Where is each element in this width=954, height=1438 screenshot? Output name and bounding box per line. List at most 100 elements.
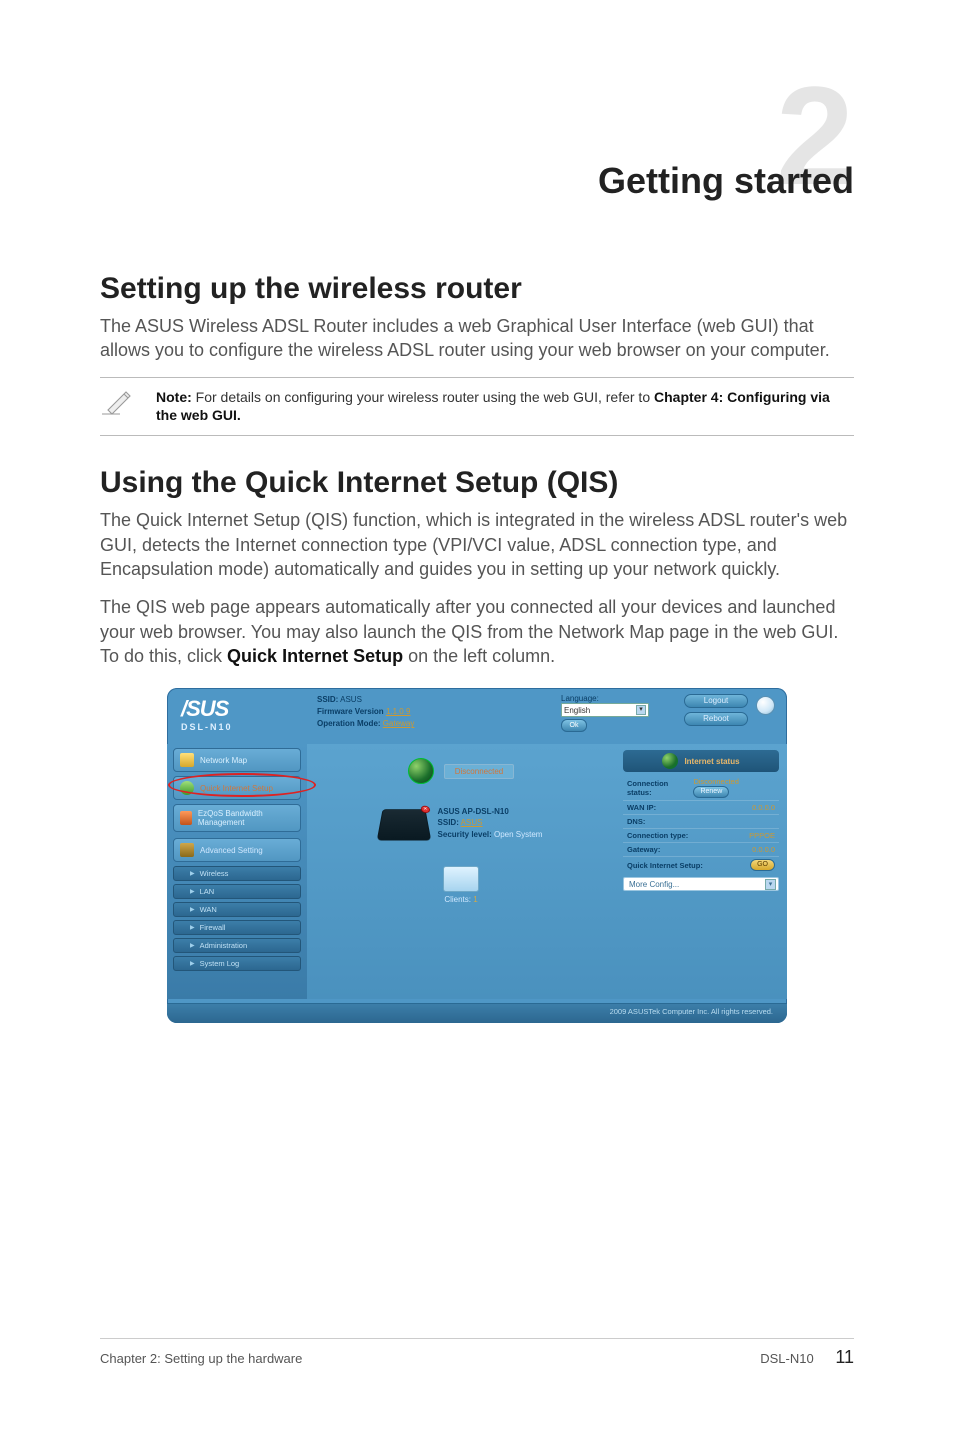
status-row-qis: Quick Internet Setup: GO	[623, 857, 779, 873]
sidebar-item-advanced[interactable]: Advanced Setting	[173, 838, 301, 862]
go-button[interactable]: GO	[750, 859, 775, 871]
section-heading-setup: Setting up the wireless router	[100, 272, 854, 306]
section2-body2-bold: Quick Internet Setup	[227, 646, 403, 666]
reboot-button[interactable]: Reboot	[684, 712, 748, 726]
gui-header-info: SSID: ASUS Firmware Version 1.1.0.9 Oper…	[307, 688, 557, 744]
pencil-icon	[100, 388, 134, 418]
status-panel: Internet status Connection status: Disco…	[615, 744, 787, 999]
chevron-down-icon: ▾	[636, 705, 646, 715]
network-map-icon	[180, 753, 194, 767]
ssid-label: SSID:	[317, 695, 338, 704]
gateway-label: Gateway:	[627, 845, 660, 854]
status-row-conntype: Connection type: PPPOE	[623, 829, 779, 843]
gateway-value: 0.0.0.0	[752, 845, 775, 854]
conntype-value: PPPOE	[749, 831, 775, 840]
clients-label: Clients: 1	[443, 895, 479, 904]
note-label: Note:	[156, 389, 192, 405]
dns-label: DNS:	[627, 817, 645, 826]
note-text: Note: For details on configuring your wi…	[156, 388, 854, 426]
sidebar-label-systemlog: System Log	[200, 959, 240, 968]
globe-icon[interactable]	[408, 758, 434, 784]
sidebar-label-qis: Quick Internet Setup	[200, 784, 273, 793]
section2-body2b: on the left column.	[403, 646, 555, 666]
ssid-value: ASUS	[340, 695, 362, 704]
page-number: 11	[835, 1347, 854, 1367]
logout-button[interactable]: Logout	[684, 694, 748, 708]
note-block: Note: For details on configuring your wi…	[100, 377, 854, 437]
sidebar-sub-lan[interactable]: ▶ LAN	[173, 884, 301, 899]
router-info: ASUS AP-DSL-N10 SSID: ASUS Security leve…	[438, 806, 543, 840]
sidebar-label-lan: LAN	[200, 887, 215, 896]
status-row-wanip: WAN IP: 0.0.0.0	[623, 801, 779, 815]
more-config-select[interactable]: More Config... ▾	[623, 877, 779, 891]
gui-footer-copyright: 2009 ASUSTek Computer Inc. All rights re…	[167, 1003, 787, 1023]
sidebar-sub-firewall[interactable]: ▶ Firewall	[173, 920, 301, 935]
router-icon[interactable]: ✕	[376, 809, 431, 840]
router-ssid-link[interactable]: ASUS	[461, 818, 483, 827]
sidebar-item-network-map[interactable]: Network Map	[173, 748, 301, 772]
triangle-icon: ▶	[190, 888, 195, 895]
sidebar-item-qis[interactable]: Quick Internet Setup	[173, 776, 301, 800]
section2-body2: The QIS web page appears automatically a…	[100, 595, 854, 668]
sidebar-sub-administration[interactable]: ▶Administration	[173, 938, 301, 953]
sidebar-label-firewall: Firewall	[200, 923, 226, 932]
help-icon[interactable]	[756, 696, 775, 715]
status-panel-title: Internet status	[684, 757, 739, 766]
triangle-icon: ▶	[190, 960, 195, 967]
section1-body: The ASUS Wireless ADSL Router includes a…	[100, 314, 854, 363]
wanip-label: WAN IP:	[627, 803, 656, 812]
qis-label: Quick Internet Setup:	[627, 861, 703, 870]
wrench-icon	[180, 843, 194, 857]
asus-logo: /SUS	[181, 696, 299, 722]
clients-text: Clients:	[444, 895, 471, 904]
sidebar-label-network-map: Network Map	[200, 756, 247, 765]
sidebar-sub-wan[interactable]: ▶ WAN	[173, 902, 301, 917]
center-panel: Disconnected ✕ ASUS AP-DSL-N10 SSID: ASU…	[307, 744, 615, 999]
section-heading-qis: Using the Quick Internet Setup (QIS)	[100, 466, 854, 500]
router-ssid-label: SSID:	[438, 818, 459, 827]
renew-button[interactable]: Renew	[693, 786, 729, 798]
ok-button[interactable]: Ok	[561, 719, 587, 732]
sidebar-sub-wireless[interactable]: ▶ Wireless	[173, 866, 301, 881]
wanip-value: 0.0.0.0	[752, 803, 775, 812]
triangle-icon: ▶	[190, 906, 195, 913]
qis-icon	[180, 781, 194, 795]
triangle-icon: ▶	[190, 870, 195, 877]
note-body: For details on configuring your wireless…	[192, 389, 654, 405]
more-config-label: More Config...	[629, 880, 679, 889]
sidebar-sub-systemlog[interactable]: ▶ System Log	[173, 956, 301, 971]
conn-status-value: Disconnected	[693, 777, 738, 786]
security-value: Open System	[492, 830, 543, 839]
opmode-link[interactable]: Gateway	[383, 719, 415, 728]
sidebar-label-wireless: Wireless	[200, 869, 229, 878]
sidebar-item-ezqos[interactable]: EzQoS Bandwidth Management	[173, 804, 301, 832]
sidebar-label-advanced: Advanced Setting	[200, 846, 263, 855]
fw-version-link[interactable]: 1.1.0.9	[386, 707, 410, 716]
monitor-icon[interactable]	[443, 866, 479, 892]
connection-status-text: Disconnected	[444, 764, 514, 779]
fw-label: Firmware Version	[317, 707, 384, 716]
alert-badge-icon: ✕	[420, 806, 430, 813]
opmode-label: Operation Mode:	[317, 719, 381, 728]
chevron-down-icon: ▾	[765, 879, 776, 890]
footer-model: DSL-N10	[760, 1351, 813, 1366]
page-footer: Chapter 2: Setting up the hardware DSL-N…	[100, 1338, 854, 1368]
router-gui-screenshot: /SUS DSL-N10 SSID: ASUS Firmware Version…	[167, 688, 787, 1023]
conntype-label: Connection type:	[627, 831, 688, 840]
language-select[interactable]: English ▾	[561, 703, 649, 717]
mini-globe-icon	[662, 753, 678, 769]
sidebar-label-wan: WAN	[200, 905, 217, 914]
router-name: ASUS AP-DSL-N10	[438, 807, 509, 816]
chapter-title: Getting started	[100, 160, 854, 202]
ezqos-icon	[180, 811, 192, 825]
triangle-icon: ▶	[190, 924, 195, 931]
status-row-gateway: Gateway: 0.0.0.0	[623, 843, 779, 857]
status-row-dns: DNS:	[623, 815, 779, 829]
sidebar: Network Map Quick Internet Setup EzQoS B…	[167, 744, 307, 999]
footer-chapter-label: Chapter 2: Setting up the hardware	[100, 1351, 302, 1366]
language-value: English	[564, 706, 590, 715]
triangle-icon: ▶	[190, 942, 195, 949]
model-label: DSL-N10	[181, 722, 299, 732]
conn-status-label: Connection status:	[627, 779, 693, 797]
status-row-connstatus: Connection status: Disconnected Renew	[623, 775, 779, 801]
